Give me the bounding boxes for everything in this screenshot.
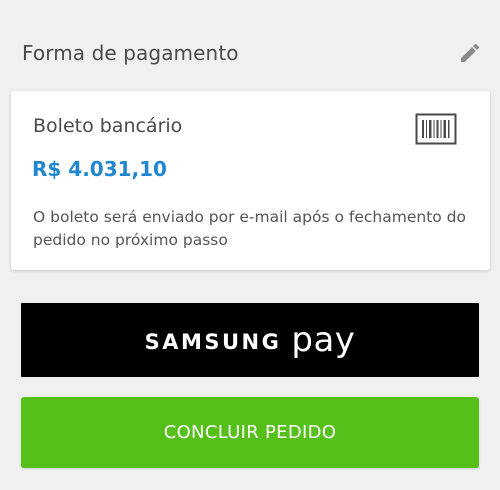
boleto-notice: O boleto será enviado por e-mail após o … bbox=[33, 208, 467, 249]
samsung-pay-brand: SAMSUNG bbox=[144, 330, 282, 354]
payment-amount: R$ 4.031,10 bbox=[32, 157, 167, 181]
payment-method-name: Boleto bancário bbox=[33, 115, 183, 137]
conclude-order-button[interactable]: CONCLUIR PEDIDO bbox=[21, 397, 479, 468]
barcode-icon bbox=[415, 113, 457, 145]
payment-section-title: Forma de pagamento bbox=[22, 41, 239, 65]
pencil-icon bbox=[461, 43, 480, 62]
payment-section-header: Forma de pagamento bbox=[22, 30, 482, 76]
checkout-payment-screen: Forma de pagamento Boleto bancário R$ 4.… bbox=[0, 0, 500, 490]
samsung-pay-button[interactable]: SAMSUNG pay bbox=[21, 303, 479, 377]
samsung-pay-pay: pay bbox=[291, 320, 356, 360]
conclude-order-label: CONCLUIR PEDIDO bbox=[163, 422, 337, 443]
edit-payment-button[interactable] bbox=[454, 37, 486, 69]
payment-method-card: Boleto bancário R$ 4.031,10 O boleto ser… bbox=[11, 91, 490, 270]
